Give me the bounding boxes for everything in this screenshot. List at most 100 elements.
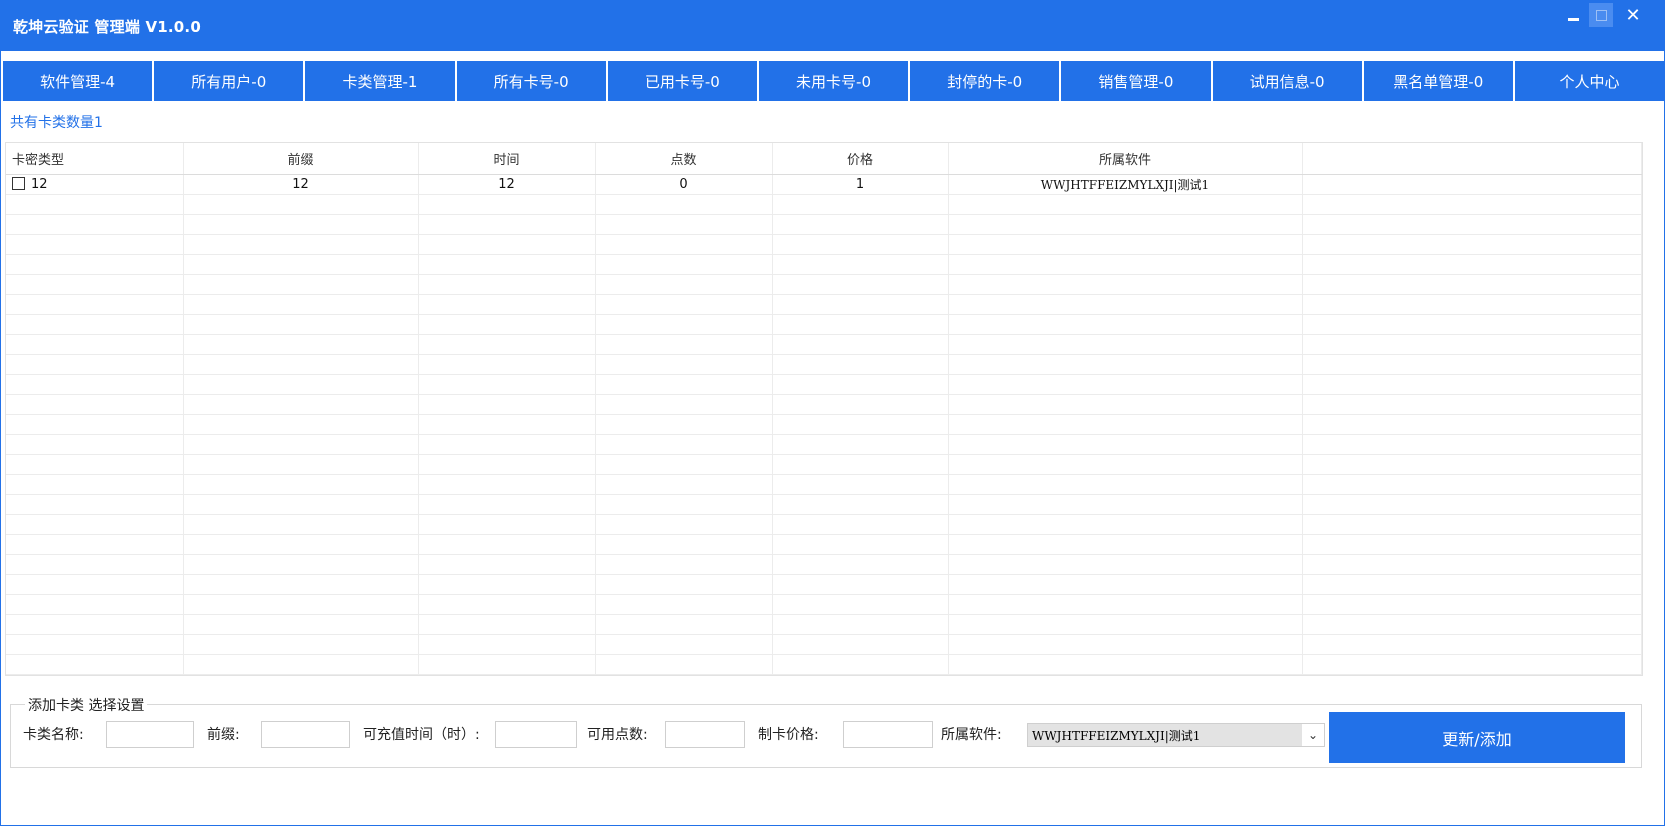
groupbox-title: 添加卡类 选择设置 — [25, 695, 148, 715]
table-cell-empty — [6, 254, 184, 275]
maximize-button[interactable] — [1589, 3, 1613, 27]
tab-trial-info[interactable]: 试用信息-0 — [1212, 61, 1364, 101]
table-cell-empty — [772, 654, 949, 675]
table-row[interactable]: 12 12 12 0 1 WWJHTFFEIZMYLXJI|测试1 — [6, 174, 1642, 195]
card-name-input[interactable] — [106, 721, 194, 748]
recharge-time-input[interactable] — [495, 721, 577, 748]
table-cell-empty — [1302, 274, 1642, 295]
table-cell-empty — [595, 194, 773, 215]
price-input[interactable] — [843, 721, 933, 748]
table-cell-empty — [595, 494, 773, 515]
table-cell-empty — [183, 334, 419, 355]
card-name-label: 卡类名称: — [23, 727, 84, 743]
update-add-button[interactable]: 更新/添加 — [1329, 712, 1625, 763]
tab-personal-center[interactable]: 个人中心 — [1514, 61, 1665, 101]
table-cell-empty — [183, 254, 419, 275]
table-cell-empty — [772, 374, 949, 395]
table-cell-empty — [6, 194, 184, 215]
tab-sales-management[interactable]: 销售管理-0 — [1061, 61, 1213, 101]
table-cell-empty — [595, 514, 773, 535]
table-cell-empty — [1302, 314, 1642, 335]
minimize-button[interactable] — [1561, 3, 1585, 27]
table-cell-empty — [1302, 474, 1642, 495]
table-cell-empty — [595, 534, 773, 555]
table-cell-empty — [772, 334, 949, 355]
table-cell-empty — [418, 194, 596, 215]
price-label: 制卡价格: — [758, 727, 819, 743]
column-header-points[interactable]: 点数 — [595, 143, 773, 175]
table-cell-empty — [1302, 374, 1642, 395]
table-cell-empty — [6, 554, 184, 575]
cell-price: 1 — [772, 174, 949, 195]
table-cell-empty — [772, 214, 949, 235]
table-cell-empty — [948, 314, 1303, 335]
table-cell-empty — [1302, 414, 1642, 435]
table-row-empty — [6, 254, 1642, 275]
tab-all-cards[interactable]: 所有卡号-0 — [456, 61, 608, 101]
column-header-prefix[interactable]: 前缀 — [183, 143, 419, 175]
tab-software-management[interactable]: 软件管理-4 — [3, 61, 155, 101]
row-checkbox[interactable] — [12, 176, 25, 190]
table-cell-empty — [772, 434, 949, 455]
table-cell-empty — [6, 354, 184, 375]
table-cell-empty — [595, 354, 773, 375]
table-cell-empty — [183, 574, 419, 595]
table-cell-empty — [772, 194, 949, 215]
column-header-price[interactable]: 价格 — [772, 143, 949, 175]
table-row-empty — [6, 414, 1642, 435]
tab-blacklist-management[interactable]: 黑名单管理-0 — [1363, 61, 1515, 101]
software-label: 所属软件: — [941, 727, 1002, 743]
table-row-empty — [6, 234, 1642, 255]
table-cell-empty — [6, 654, 184, 675]
table-cell-empty — [1302, 254, 1642, 275]
card-type-table: 卡密类型 前缀 时间 点数 价格 所属软件 12 12 12 0 1 WWJHT… — [5, 142, 1643, 676]
table-row-empty — [6, 434, 1642, 455]
table-cell-empty — [418, 634, 596, 655]
tab-banned-cards[interactable]: 封停的卡-0 — [910, 61, 1062, 101]
table-cell-empty — [948, 654, 1303, 675]
tab-unused-cards[interactable]: 未用卡号-0 — [758, 61, 911, 101]
table-cell-empty — [772, 314, 949, 335]
points-label: 可用点数: — [587, 727, 648, 743]
table-cell-empty — [418, 354, 596, 375]
table-row-empty — [6, 194, 1642, 215]
cell-card-type-value: 12 — [31, 176, 48, 192]
table-cell-empty — [6, 334, 184, 355]
table-cell-empty — [418, 454, 596, 475]
column-header-software[interactable]: 所属软件 — [948, 143, 1303, 175]
table-header-row: 卡密类型 前缀 时间 点数 价格 所属软件 — [6, 143, 1642, 175]
table-cell-empty — [6, 634, 184, 655]
table-cell-empty — [418, 254, 596, 275]
table-cell-empty — [772, 354, 949, 375]
column-header-time[interactable]: 时间 — [418, 143, 596, 175]
software-select[interactable]: WWJHTFFEIZMYLXJI|测试1 ⌄ — [1027, 723, 1325, 747]
table-cell-empty — [1302, 654, 1642, 675]
table-cell-empty — [6, 414, 184, 435]
table-cell-empty — [418, 654, 596, 675]
table-row-empty — [6, 614, 1642, 635]
tab-card-type-management[interactable]: 卡类管理-1 — [305, 61, 457, 101]
table-row-empty — [6, 594, 1642, 615]
points-input[interactable] — [665, 721, 745, 748]
cell-card-type: 12 — [6, 174, 184, 195]
table-cell-empty — [418, 214, 596, 235]
table-cell-empty — [948, 594, 1303, 615]
table-row-empty — [6, 474, 1642, 495]
tab-all-users[interactable]: 所有用户-0 — [154, 61, 306, 101]
table-row-empty — [6, 634, 1642, 655]
close-button[interactable]: ✕ — [1621, 3, 1645, 27]
tab-used-cards[interactable]: 已用卡号-0 — [607, 61, 759, 101]
table-row-empty — [6, 574, 1642, 595]
table-cell-empty — [183, 414, 419, 435]
table-cell-empty — [595, 614, 773, 635]
table-cell-empty — [183, 514, 419, 535]
table-cell-empty — [418, 614, 596, 635]
table-cell-empty — [6, 574, 184, 595]
table-cell-empty — [418, 474, 596, 495]
column-header-card-type[interactable]: 卡密类型 — [6, 143, 184, 175]
table-cell-empty — [948, 334, 1303, 355]
prefix-input[interactable] — [261, 721, 350, 748]
chevron-down-icon[interactable]: ⌄ — [1302, 724, 1324, 746]
table-cell-empty — [948, 614, 1303, 635]
table-cell-empty — [418, 494, 596, 515]
